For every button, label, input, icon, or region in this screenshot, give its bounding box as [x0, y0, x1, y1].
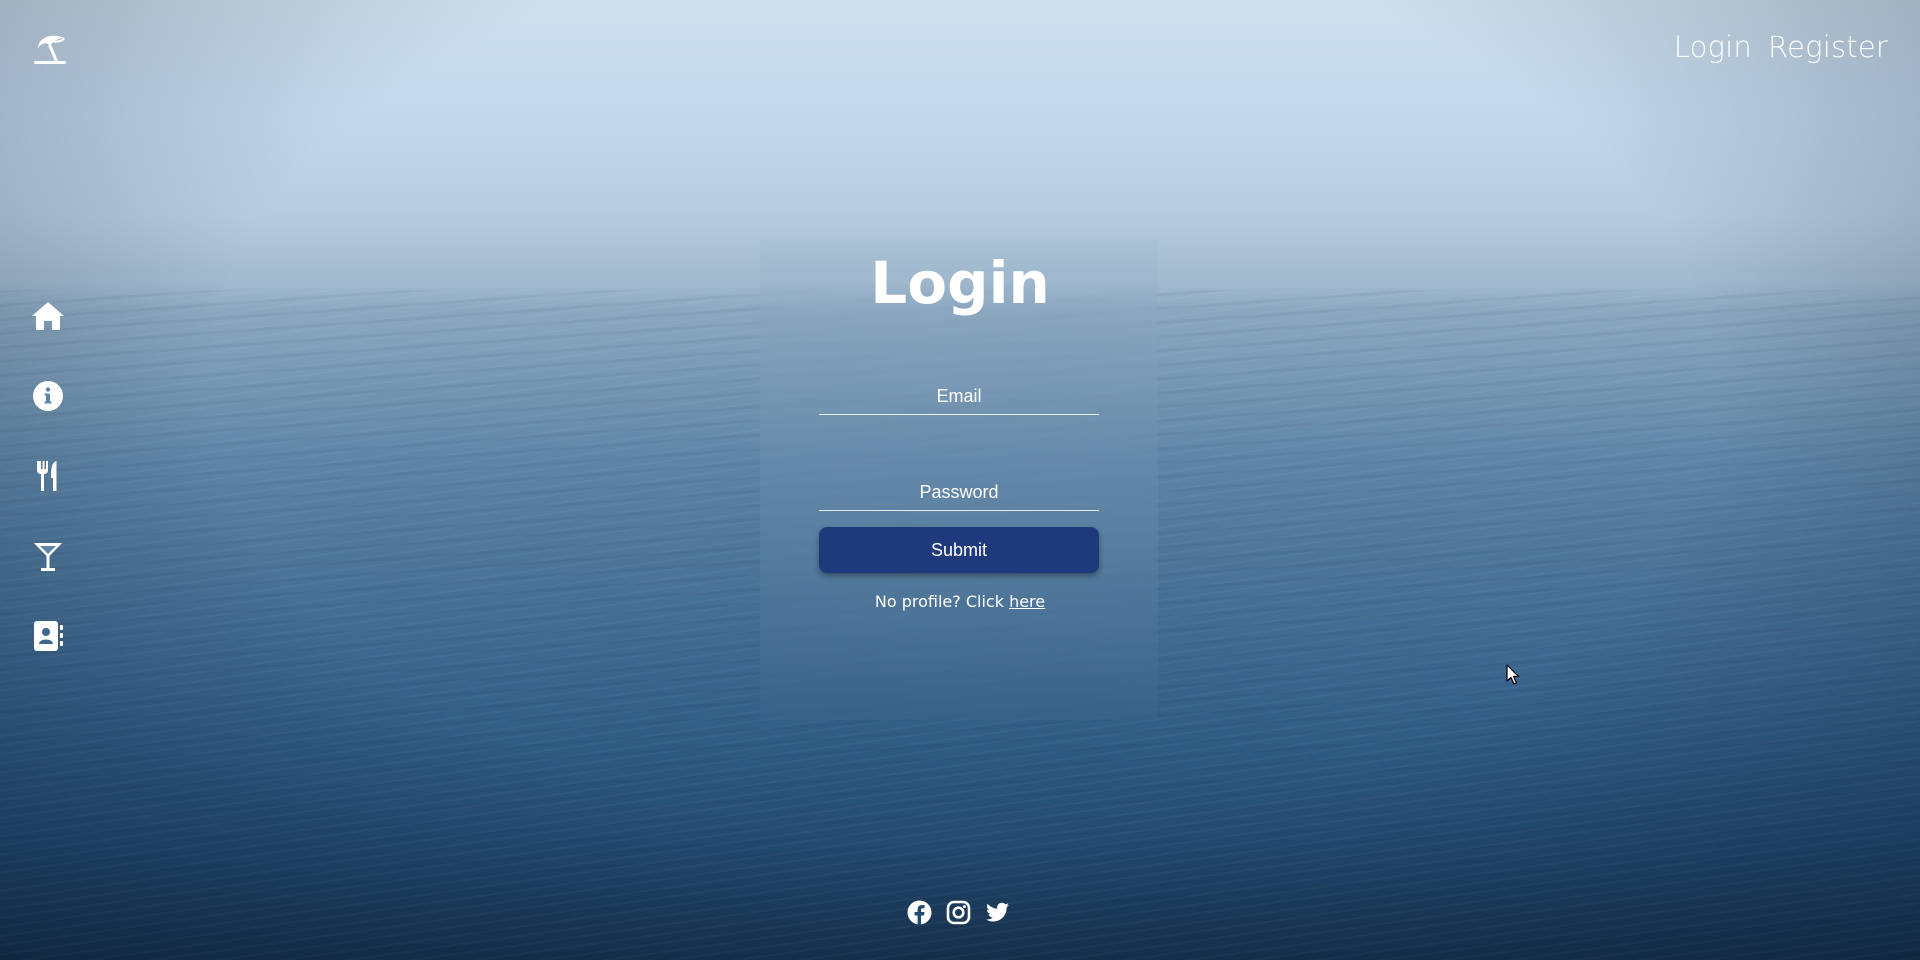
submit-button[interactable]: Submit [819, 527, 1099, 573]
mouse-cursor-icon [1506, 664, 1520, 686]
contact-book-icon[interactable] [30, 618, 66, 654]
instagram-icon[interactable] [946, 900, 971, 925]
top-nav: Login Register [1674, 30, 1888, 64]
beach-umbrella-icon[interactable] [30, 30, 70, 66]
facebook-icon[interactable] [907, 900, 932, 925]
page: Login Register Login Email Submit No pro… [0, 0, 1920, 960]
nav-login-link[interactable]: Login [1674, 30, 1752, 64]
login-title: Login [870, 249, 1050, 317]
twitter-icon[interactable] [985, 900, 1010, 925]
register-prompt-text: No profile? Click [874, 592, 1004, 611]
register-hint: No profile? Click here [0, 592, 1920, 611]
email-field[interactable] [819, 378, 1099, 415]
utensils-icon[interactable] [30, 458, 66, 494]
register-here-link[interactable]: here [1009, 592, 1045, 611]
nav-register-link[interactable]: Register [1768, 30, 1888, 64]
password-field[interactable] [819, 474, 1099, 511]
cocktail-icon[interactable] [30, 538, 66, 574]
info-icon[interactable] [30, 378, 66, 414]
social-links [907, 900, 1010, 925]
